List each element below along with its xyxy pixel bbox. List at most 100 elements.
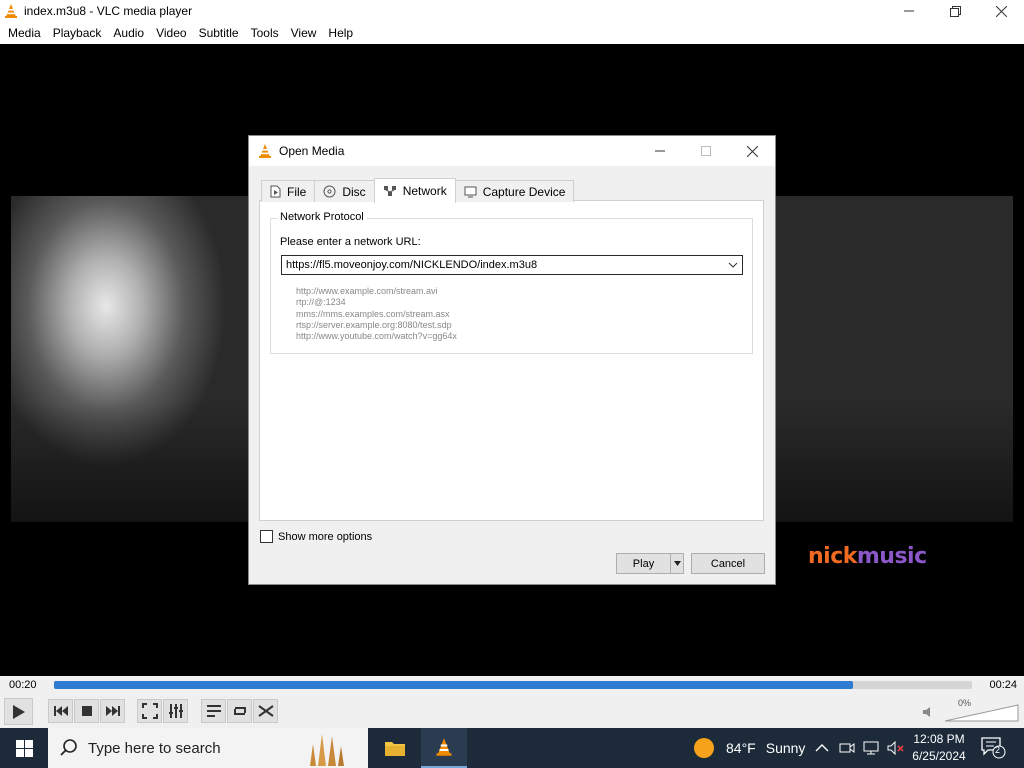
next-icon bbox=[105, 706, 120, 716]
playlist-icon bbox=[206, 705, 221, 717]
search-placeholder: Type here to search bbox=[88, 739, 221, 757]
stop-button[interactable] bbox=[74, 699, 99, 723]
url-examples: http://www.example.com/stream.avi rtp://… bbox=[296, 286, 457, 342]
example-line: http://www.example.com/stream.avi bbox=[296, 286, 438, 296]
playlist-button[interactable] bbox=[201, 699, 226, 723]
play-button[interactable] bbox=[4, 698, 33, 725]
caret-down-icon bbox=[673, 561, 681, 566]
tab-file[interactable]: File bbox=[261, 180, 316, 202]
menu-bar: Media Playback Audio Video Subtitle Tool… bbox=[0, 22, 1024, 44]
tab-capture-device[interactable]: Capture Device bbox=[454, 180, 575, 202]
weather-temp: 84°F bbox=[726, 740, 756, 756]
taskbar: Type here to search 84°F Sunny 12:08 PM bbox=[0, 728, 1024, 768]
network-tab-panel: Network Protocol Please enter a network … bbox=[259, 200, 764, 521]
windows-logo-icon bbox=[15, 739, 33, 757]
speaker-icon[interactable] bbox=[922, 706, 934, 718]
menu-view[interactable]: View bbox=[285, 22, 323, 44]
speaker-muted-icon[interactable] bbox=[887, 741, 905, 755]
dialog-title: Open Media bbox=[279, 144, 345, 158]
show-more-options[interactable]: Show more options bbox=[260, 530, 372, 543]
elapsed-time: 00:20 bbox=[9, 679, 37, 691]
network-url-combobox[interactable]: https://fl5.moveonjoy.com/NICKLENDO/inde… bbox=[281, 255, 743, 275]
play-icon bbox=[12, 704, 25, 719]
group-label: Network Protocol bbox=[277, 211, 367, 223]
window-title: index.m3u8 - VLC media player bbox=[24, 4, 193, 18]
weather-condition: Sunny bbox=[765, 740, 806, 756]
volume-percent: 0% bbox=[958, 698, 972, 708]
network-url-input[interactable]: https://fl5.moveonjoy.com/NICKLENDO/inde… bbox=[282, 259, 724, 271]
tab-label: Network bbox=[402, 184, 447, 198]
maximize-icon bbox=[701, 146, 711, 156]
menu-audio[interactable]: Audio bbox=[107, 22, 150, 44]
menu-tools[interactable]: Tools bbox=[245, 22, 285, 44]
fullscreen-button[interactable] bbox=[137, 699, 162, 723]
disc-icon bbox=[323, 185, 336, 198]
loop-button[interactable] bbox=[227, 699, 252, 723]
remaining-time: 00:24 bbox=[989, 679, 1017, 691]
minimize-icon bbox=[655, 150, 665, 152]
seek-row: 00:20 00:24 bbox=[0, 676, 1024, 696]
tab-label: Disc bbox=[342, 184, 366, 199]
close-icon bbox=[995, 5, 1007, 17]
url-dropdown-button[interactable] bbox=[724, 256, 742, 274]
menu-help[interactable]: Help bbox=[322, 22, 359, 44]
url-prompt: Please enter a network URL: bbox=[280, 236, 421, 248]
play-options-dropdown[interactable] bbox=[670, 554, 683, 573]
shuffle-button[interactable] bbox=[253, 699, 278, 723]
seek-slider[interactable] bbox=[54, 681, 972, 689]
show-more-options-checkbox[interactable] bbox=[260, 530, 273, 543]
menu-subtitle[interactable]: Subtitle bbox=[193, 22, 245, 44]
taskbar-search-box[interactable]: Type here to search bbox=[48, 728, 368, 768]
close-button[interactable] bbox=[978, 0, 1024, 22]
menu-playback[interactable]: Playback bbox=[47, 22, 108, 44]
dialog-cancel-button[interactable]: Cancel bbox=[691, 553, 765, 574]
vlc-cone-icon bbox=[436, 738, 452, 756]
taskbar-file-explorer[interactable] bbox=[372, 728, 418, 768]
taskbar-clock[interactable]: 12:08 PM 6/25/2024 bbox=[908, 731, 970, 765]
menu-media[interactable]: Media bbox=[2, 22, 47, 44]
dialog-maximize-button bbox=[683, 136, 729, 166]
dialog-close-button[interactable] bbox=[729, 136, 775, 166]
restore-button[interactable] bbox=[932, 0, 978, 22]
menu-video[interactable]: Video bbox=[150, 22, 192, 44]
folder-icon bbox=[385, 742, 405, 756]
minimize-button[interactable] bbox=[886, 0, 932, 22]
network-status-icon[interactable] bbox=[863, 741, 879, 755]
channel-logo: nickmusic bbox=[808, 544, 927, 569]
equalizer-icon bbox=[168, 704, 183, 718]
search-icon bbox=[60, 739, 77, 756]
tab-label: File bbox=[287, 184, 307, 199]
play-split-button[interactable]: Play bbox=[616, 553, 684, 574]
taskbar-vlc[interactable] bbox=[421, 728, 467, 768]
fullscreen-icon bbox=[141, 703, 158, 719]
previous-button[interactable] bbox=[48, 699, 73, 723]
dialog-tabs: File Disc Network Capture Device bbox=[261, 178, 575, 203]
meet-now-icon[interactable] bbox=[839, 741, 855, 755]
dialog-minimize-button[interactable] bbox=[637, 136, 683, 166]
search-highlight-image bbox=[304, 730, 350, 766]
example-line: rtp://@:1234 bbox=[296, 297, 346, 308]
tab-network[interactable]: Network bbox=[373, 178, 456, 203]
tab-label: Capture Device bbox=[482, 184, 566, 199]
dialog-play-button[interactable]: Play bbox=[617, 554, 670, 573]
notification-count: 2 bbox=[995, 745, 1001, 755]
chevron-down-icon bbox=[728, 262, 738, 268]
start-button[interactable] bbox=[0, 728, 48, 768]
dialog-titlebar: Open Media bbox=[249, 136, 775, 166]
network-protocol-group: Network Protocol Please enter a network … bbox=[270, 211, 753, 354]
chevron-up-icon[interactable] bbox=[815, 743, 829, 753]
system-tray bbox=[815, 728, 905, 768]
example-line: http://www.youtube.com/watch?v=gg64x bbox=[296, 331, 457, 342]
restore-icon bbox=[949, 5, 961, 17]
seek-progress bbox=[54, 681, 853, 689]
network-icon bbox=[383, 186, 396, 196]
weather-widget[interactable]: 84°F Sunny bbox=[694, 728, 805, 768]
previous-icon bbox=[53, 706, 68, 716]
shuffle-icon bbox=[257, 705, 274, 717]
notification-center-button[interactable]: 2 bbox=[980, 736, 1008, 763]
tab-disc[interactable]: Disc bbox=[314, 180, 375, 202]
extended-settings-button[interactable] bbox=[163, 699, 188, 723]
vlc-cone-icon bbox=[259, 144, 271, 158]
volume-slider[interactable] bbox=[944, 704, 1019, 722]
next-button[interactable] bbox=[100, 699, 125, 723]
